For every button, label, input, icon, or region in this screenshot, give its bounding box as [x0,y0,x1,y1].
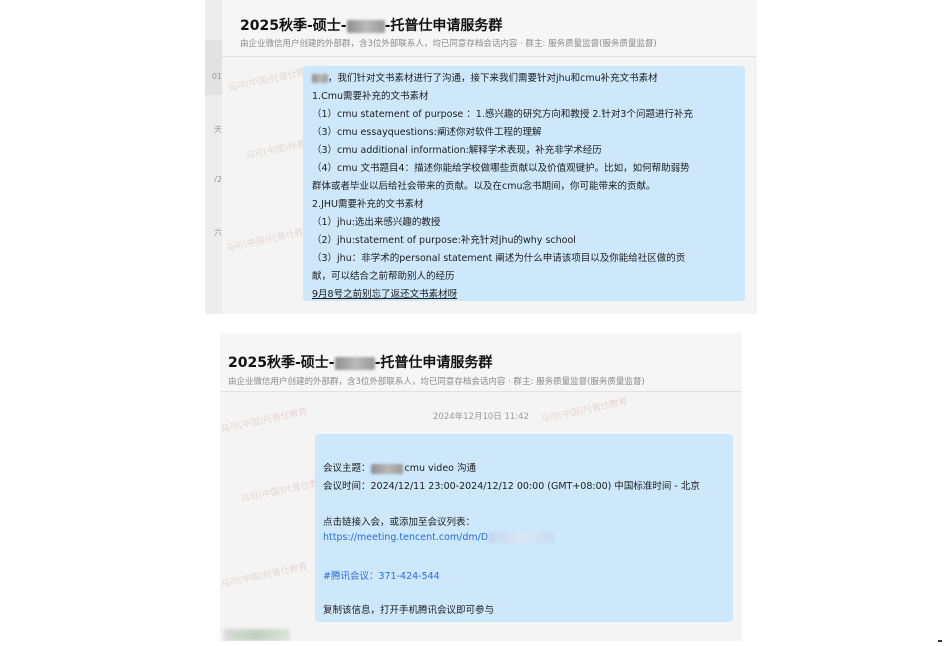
join-hint: 点击链接入会，或添加至会议列表： [323,517,476,528]
message-line: 献，可以结合之前帮助别人的经历 [312,271,455,282]
message-line-underlined: 9月8号之前别忘了返还文书素材呀 [312,289,458,300]
message-line: ，我们针对文书素材进行了沟通，接下来我们需要针对jhu和cmu补充文书素材 [312,70,745,88]
message-line: （3）cmu essayquestions:阐述你对软件工程的理解 [312,127,542,138]
group-subtitle: 由企业微信用户创建的外部群，含3位外部联系人，均已同意存档会话内容 · 群主: … [240,39,657,49]
group-title: 2025秋季-硕士- -托普仕申请服务群 [228,355,493,371]
meeting-id-link[interactable]: #腾讯会议：371-424-544 [323,568,440,582]
sidebar-selected-item[interactable] [205,40,222,95]
corner-mark [938,640,942,642]
chat-header: 2025秋季-硕士- -托普仕申请服务群 由企业微信用户创建的外部群，含3位外部联… [220,333,742,392]
message-bubble[interactable]: ，我们针对文书素材进行了沟通，接下来我们需要针对jhu和cmu补充文书素材 1.… [303,66,745,301]
message-line: （3）cmu additional information:解释学术表现，补充非… [312,145,602,156]
meeting-time: 会议时间：2024/12/11 23:00-2024/12/12 00:00 (… [323,481,700,492]
group-title: 2025秋季-硕士- -托普仕申请服务群 [240,18,503,34]
message-line: 2.JHU需要补充的文书素材 [312,199,424,210]
message-timestamp: 2024年12月10日 11:42 [433,412,529,422]
chat-panel-bottom: 2025秋季-硕士- -托普仕申请服务群 由企业微信用户创建的外部群，含3位外部联… [220,333,742,641]
redacted-name [370,463,403,474]
watermark: 马可(中国)托普仕教育 [220,406,309,436]
watermark: 马可(中国)托普仕教育 [220,561,309,591]
meeting-footer: 复制该信息，打开手机腾讯会议即可参与 [323,605,495,616]
blurred-avatar [224,629,290,641]
sidebar-item[interactable]: /2 [205,175,222,184]
message-line: （3）jhu：非学术的personal statement 阐述为什么申请该项目… [312,253,686,264]
watermark: 马可(中国)托普仕教育 [225,225,314,255]
message-line: （2）jhu:statement of purpose:补充针对jhu的why … [312,235,576,246]
meeting-link[interactable]: https://meeting.tencent.com/dm/D [323,532,555,543]
message-line: （1）cmu statement of purpose ：1.感兴趣的研究方向和… [312,109,693,120]
redacted-name [346,19,385,33]
message-line: （1）jhu:选出来感兴趣的教授 [312,217,441,228]
message-line: 1.Cmu需要补充的文书素材 [312,91,429,102]
meeting-invite-bubble[interactable]: 会议主题： cmu video 沟通 会议时间：2024/12/11 23:00-… [315,434,733,622]
sidebar-item[interactable]: 天 [205,124,222,135]
group-subtitle: 由企业微信用户创建的外部群，含3位外部联系人，均已同意存档会话内容 · 群主: … [228,377,645,387]
sidebar-item[interactable]: 01 [205,72,222,81]
watermark: 马可(中国)托普仕教育 [540,396,629,426]
redacted-name [312,74,328,83]
message-line: 群体或者毕业以后给社会带来的贡献。以及在cmu念书期间，你可能带来的贡献。 [312,181,656,192]
chat-panel-top: 01 天 /2 六 2025秋季-硕士- -托普仕申请服务群 由企业微信用户创建的… [205,0,757,314]
chat-header: 2025秋季-硕士- -托普仕申请服务群 由企业微信用户创建的外部群，含3位外部联… [222,0,757,57]
redacted-link [488,532,555,543]
sidebar-item[interactable]: 六 [205,227,222,238]
redacted-name [334,356,375,370]
conversation-sidebar: 01 天 /2 六 [205,0,222,314]
message-line: （4）cmu 文书题目4：描述你能给学校做哪些贡献以及价值观键护。比如，如何帮助… [312,163,690,174]
meeting-topic: 会议主题： cmu video 沟通 [323,463,477,474]
